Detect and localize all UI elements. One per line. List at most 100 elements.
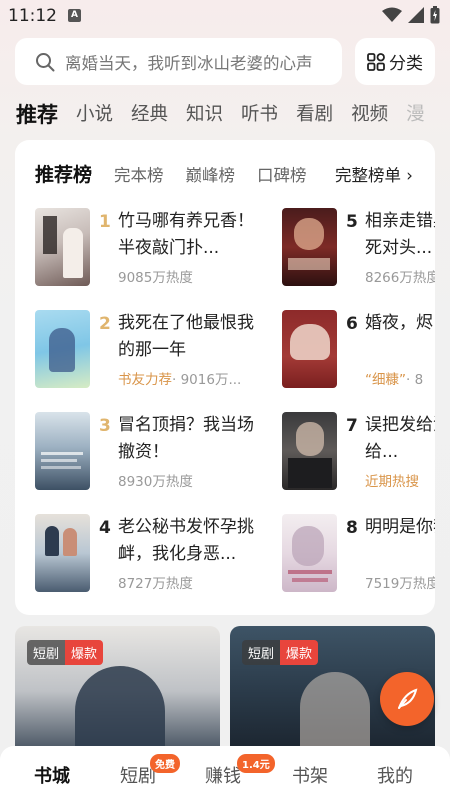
search-placeholder: 离婚当天，我听到冰山老婆的心声	[65, 53, 313, 73]
book-item[interactable]: 1 竹马哪有养兄香！半夜敲门扑... 9085万热度	[35, 208, 295, 298]
nav-short-drama[interactable]: 短剧 免费	[120, 754, 180, 788]
nav-label: 短剧	[120, 766, 156, 787]
drama-badges: 短剧 爆款	[242, 640, 319, 665]
tab-recommend[interactable]: 推荐	[16, 100, 58, 130]
nav-bookshelf[interactable]: 书架	[292, 762, 328, 788]
rank-number: 3	[99, 416, 111, 436]
book-item[interactable]: 4 老公秘书发怀孕挑衅，我化身恶... 8727万热度	[35, 514, 295, 604]
nav-profile[interactable]: 我的	[377, 762, 413, 788]
rank-number: 5	[346, 212, 358, 232]
rank-number: 2	[99, 314, 111, 334]
book-cover	[35, 310, 90, 388]
book-tag: 书友力荐	[118, 372, 172, 388]
ranking-card: 推荐榜 完本榜 巅峰榜 口碑榜 完整榜单 › 1 竹马哪有养兄香！半夜敲门扑..…	[15, 140, 435, 615]
wifi-icon	[382, 7, 402, 22]
badge-hot: 爆款	[65, 640, 104, 665]
book-cover	[35, 514, 90, 592]
rank-number: 1	[99, 212, 111, 232]
ranking-tab-peak[interactable]: 巅峰榜	[186, 162, 236, 186]
rank-number: 7	[346, 416, 358, 436]
book-cover	[35, 412, 90, 490]
status-bar: 11:12 A	[0, 0, 450, 32]
rank-number: 6	[346, 314, 358, 334]
book-item[interactable]: 8 明明是你我 7519万热度	[282, 514, 435, 604]
bottom-nav: 书城 短剧 免费 赚钱 1.4元 书架 我的	[0, 746, 450, 801]
book-cover	[282, 412, 337, 490]
rank-number: 4	[99, 518, 111, 538]
full-ranking-link[interactable]: 完整榜单 ›	[335, 162, 413, 186]
nav-label: 赚钱	[205, 766, 241, 787]
drama-poster	[300, 672, 370, 756]
drama-card[interactable]: 短剧 爆款	[15, 626, 220, 756]
book-heat: 9085万热度	[118, 270, 193, 286]
badge-short-drama: 短剧	[242, 640, 281, 665]
book-tag: 近期热搜	[365, 474, 419, 490]
search-input[interactable]: 离婚当天，我听到冰山老婆的心声	[15, 38, 342, 85]
quill-icon	[398, 688, 418, 709]
battery-icon	[430, 6, 440, 24]
ranking-tab-finished[interactable]: 完本榜	[114, 162, 164, 186]
book-cover	[282, 208, 337, 286]
book-meta: 8266万热度	[365, 266, 435, 286]
book-title: 相亲走错桌，前任死对头...	[365, 211, 435, 258]
tab-video[interactable]: 视频	[351, 100, 388, 130]
book-meta: 8727万热度	[118, 572, 193, 592]
write-button[interactable]	[380, 672, 434, 726]
ranking-tab-recommend[interactable]: 推荐榜	[35, 160, 92, 187]
book-meta: 8930万热度	[118, 470, 193, 490]
book-item[interactable]: 6 婚夜，烬 “细糠”· 8	[282, 310, 435, 400]
ranking-tab-reputation[interactable]: 口碑榜	[257, 162, 307, 186]
tab-drama[interactable]: 看剧	[296, 100, 333, 130]
nav-label: 书架	[292, 766, 328, 787]
book-title: 竹马哪有养兄香！半夜敲门扑...	[118, 211, 254, 258]
badge-hot: 爆款	[280, 640, 319, 665]
ranking-tabs: 推荐榜 完本榜 巅峰榜 口碑榜	[35, 160, 329, 187]
channel-tabs: 推荐 小说 经典 知识 听书 看剧 视频 漫	[16, 96, 450, 130]
drama-badges: 短剧 爆款	[27, 640, 104, 665]
rank-number: 8	[346, 518, 358, 538]
book-item[interactable]: 7 误把发给消息发给... 近期热搜	[282, 412, 435, 502]
grid-icon	[367, 52, 385, 71]
book-title: 我死在了他最恨我的那一年	[118, 313, 254, 360]
book-title: 明明是你我	[365, 517, 435, 537]
book-item[interactable]: 2 我死在了他最恨我的那一年 书友力荐· 9016万...	[35, 310, 295, 400]
nav-bookstore[interactable]: 书城	[34, 762, 70, 788]
nav-earn[interactable]: 赚钱 1.4元	[205, 754, 275, 788]
reward-badge: 1.4元	[237, 754, 275, 773]
book-title: 冒名顶捐？我当场撤资！	[118, 415, 254, 462]
book-tag: “细糠”	[365, 372, 406, 388]
free-badge: 免费	[150, 754, 180, 773]
tab-classic[interactable]: 经典	[131, 100, 168, 130]
category-label: 分类	[389, 54, 423, 74]
book-title: 误把发给消息发给...	[365, 415, 435, 462]
nav-label: 我的	[377, 766, 413, 787]
tab-comic[interactable]: 漫	[406, 100, 425, 130]
badge-short-drama: 短剧	[27, 640, 66, 665]
book-item[interactable]: 3 冒名顶捐？我当场撤资！ 8930万热度	[35, 412, 295, 502]
book-cover	[282, 310, 337, 388]
book-meta: “细糠”· 8	[365, 368, 423, 388]
nav-label: 书城	[34, 766, 70, 787]
notification-icon: A	[68, 9, 81, 22]
search-icon	[36, 52, 55, 71]
tab-audiobook[interactable]: 听书	[241, 100, 278, 130]
status-time: 11:12	[8, 6, 57, 26]
book-meta: 9085万热度	[118, 266, 193, 286]
book-item[interactable]: 5 相亲走错桌，前任死对头... 8266万热度	[282, 208, 435, 298]
book-meta: 近期热搜	[365, 470, 419, 490]
book-heat: 8727万热度	[118, 576, 193, 592]
book-title: 老公秘书发怀孕挑衅，我化身恶...	[118, 517, 254, 564]
book-meta: 7519万热度	[365, 572, 435, 592]
book-cover	[282, 514, 337, 592]
signal-icon	[408, 7, 424, 23]
book-cover	[35, 208, 90, 286]
book-title: 婚夜，烬	[365, 313, 433, 333]
book-heat: · 8	[406, 372, 424, 388]
status-icons	[382, 6, 440, 24]
drama-poster	[75, 666, 165, 756]
book-heat: · 9016万...	[172, 372, 242, 388]
tab-knowledge[interactable]: 知识	[186, 100, 223, 130]
tab-novel[interactable]: 小说	[76, 100, 113, 130]
category-button[interactable]: 分类	[355, 38, 435, 85]
book-heat: 8930万热度	[118, 474, 193, 490]
